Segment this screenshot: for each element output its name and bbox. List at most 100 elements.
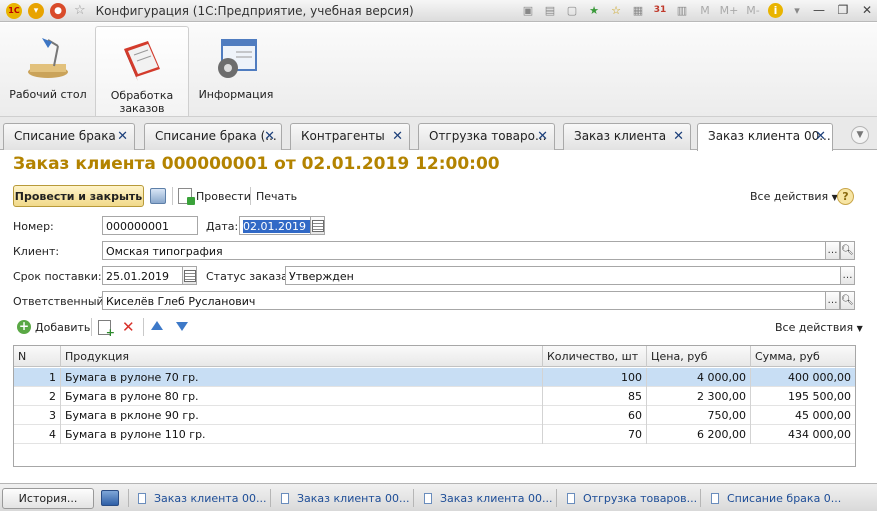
- open-window-item[interactable]: Заказ клиента 00...: [138, 492, 266, 505]
- tab-label: Заказ клиента 00...: [708, 129, 831, 143]
- info-icon[interactable]: i: [768, 2, 783, 18]
- close-tab-icon[interactable]: ✕: [537, 129, 548, 144]
- client-open-button[interactable]: 🔍︎: [840, 241, 855, 260]
- open-window-item[interactable]: Заказ клиента 00...: [424, 492, 552, 505]
- cell-sum: 195 500,00: [788, 390, 851, 403]
- column-header-sum[interactable]: Сумма, руб: [751, 346, 855, 367]
- table-all-actions-menu[interactable]: Все действия ▼: [775, 321, 863, 334]
- calculator-icon[interactable]: ▦: [630, 2, 646, 18]
- tab-shipment[interactable]: Отгрузка товаро... ✕: [418, 123, 555, 150]
- table-row[interactable]: 2 Бумага в рулоне 80 гр. 85 2 300,00 195…: [14, 387, 855, 406]
- move-down-icon[interactable]: [176, 322, 188, 331]
- responsible-open-button[interactable]: 🔍︎: [840, 291, 855, 310]
- close-tab-icon[interactable]: ✕: [673, 129, 684, 144]
- memory-button[interactable]: M: [696, 2, 714, 18]
- windows-list-icon[interactable]: [101, 490, 119, 506]
- title-toolbar: ▣ ▤ ▢ ★ ☆ ▦ 31 ▥ M M+ M- i ▾ — ❐ ✕: [514, 2, 877, 18]
- tab-client-order[interactable]: Заказ клиента ✕: [563, 123, 691, 150]
- tab-writeoff-2[interactable]: Списание брака (... ✕: [144, 123, 282, 150]
- status-field[interactable]: Утвержден: [285, 266, 841, 285]
- close-tab-icon[interactable]: ✕: [392, 129, 403, 144]
- separator: [700, 489, 701, 507]
- separator: [556, 489, 557, 507]
- info-dropdown-icon[interactable]: ▾: [789, 2, 805, 18]
- close-tab-icon[interactable]: ✕: [815, 129, 826, 144]
- copy-row-icon[interactable]: [98, 320, 115, 339]
- save-icon[interactable]: ▣: [520, 2, 536, 18]
- preview-icon[interactable]: ▢: [564, 2, 580, 18]
- favorites-icon[interactable]: ☆: [608, 2, 624, 18]
- products-table[interactable]: N Продукция Количество, шт Цена, руб Сум…: [13, 345, 856, 467]
- client-select-button[interactable]: …: [825, 241, 840, 260]
- tab-label: Списание брака (...: [155, 129, 277, 143]
- table-row[interactable]: 3 Бумага в рклоне 90 гр. 60 750,00 45 00…: [14, 406, 855, 425]
- add-row-icon[interactable]: +: [17, 320, 31, 334]
- post-and-close-label: Провести и закрыть: [14, 189, 143, 203]
- table-row[interactable]: 4 Бумага в рулоне 110 гр. 70 6 200,00 43…: [14, 425, 855, 444]
- column-header-n[interactable]: N: [14, 346, 61, 367]
- help-icon[interactable]: ?: [837, 188, 854, 205]
- minimize-icon[interactable]: —: [809, 2, 829, 18]
- open-window-item[interactable]: Заказ клиента 00...: [281, 492, 409, 505]
- responsible-select-button[interactable]: …: [825, 291, 840, 310]
- move-up-icon[interactable]: [151, 321, 163, 330]
- print-button[interactable]: Печать: [256, 190, 297, 203]
- magnifier-icon: 🔍︎: [841, 295, 854, 306]
- section-orders[interactable]: Обработка заказов: [95, 26, 189, 116]
- memory-minus-button[interactable]: M-: [744, 2, 762, 18]
- delete-row-icon[interactable]: ✕: [122, 318, 135, 336]
- column-header-qty[interactable]: Количество, шт: [543, 346, 647, 367]
- status-label: Статус заказа:: [206, 270, 292, 283]
- column-header-price[interactable]: Цена, руб: [647, 346, 751, 367]
- date-picker-button[interactable]: [310, 216, 325, 235]
- responsible-value: Киселёв Глеб Русланович: [106, 295, 256, 308]
- save-document-icon[interactable]: [150, 188, 166, 204]
- column-header-product[interactable]: Продукция: [61, 346, 543, 367]
- post-icon[interactable]: [178, 188, 195, 205]
- clipboard-icon[interactable]: ▥: [674, 2, 690, 18]
- open-window-label: Заказ клиента 00...: [154, 492, 267, 505]
- cell-price: 2 300,00: [647, 387, 751, 406]
- tab-client-order-active[interactable]: Заказ клиента 00... ✕: [697, 123, 833, 151]
- delivery-date-field[interactable]: 25.01.2019: [102, 266, 183, 285]
- add-row-button[interactable]: Добавить: [35, 321, 90, 334]
- close-tab-icon[interactable]: ✕: [264, 129, 275, 144]
- maximize-icon[interactable]: ❐: [833, 2, 853, 18]
- close-app-icon[interactable]: ●: [50, 2, 66, 19]
- main-menu-icon[interactable]: ▾: [28, 2, 44, 19]
- table-row[interactable]: 1 Бумага в рулоне 70 гр. 100 4 000,00 40…: [14, 368, 855, 387]
- calendar-icon[interactable]: 31: [652, 2, 668, 18]
- favorites-star-icon[interactable]: ☆: [74, 3, 86, 18]
- cell-n: 4: [14, 425, 61, 444]
- date-field[interactable]: 02.01.2019 1: [239, 216, 311, 235]
- tabs-dropdown-icon[interactable]: ▼: [851, 126, 869, 144]
- cell-qty: 100: [543, 368, 647, 387]
- tab-counterparties[interactable]: Контрагенты ✕: [290, 123, 410, 150]
- app-logo-icon[interactable]: 1С: [6, 2, 22, 19]
- desk-lamp-icon: [24, 34, 72, 82]
- tab-writeoff[interactable]: Списание брака ✕: [3, 123, 135, 150]
- add-favorite-icon[interactable]: ★: [586, 2, 602, 18]
- cell-n: 3: [14, 406, 61, 425]
- document-icon: [138, 493, 146, 504]
- post-and-close-button[interactable]: Провести и закрыть: [13, 185, 144, 207]
- all-actions-menu[interactable]: Все действия ▼: [750, 190, 838, 203]
- history-button[interactable]: История...: [2, 488, 94, 509]
- status-select-button[interactable]: …: [840, 266, 855, 285]
- client-label: Клиент:: [13, 245, 60, 258]
- section-info[interactable]: Информация: [196, 26, 276, 116]
- responsible-field[interactable]: Киселёв Глеб Русланович: [102, 291, 826, 310]
- post-button[interactable]: Провести: [196, 190, 251, 203]
- close-window-icon[interactable]: ✕: [857, 2, 877, 18]
- open-window-item[interactable]: Отгрузка товаров...: [567, 492, 697, 505]
- memory-plus-button[interactable]: M+: [720, 2, 739, 18]
- section-desktop[interactable]: Рабочий стол: [6, 26, 90, 116]
- client-field[interactable]: Омская типография: [102, 241, 826, 260]
- client-value: Омская типография: [106, 245, 223, 258]
- number-field[interactable]: 000000001: [102, 216, 198, 235]
- print-icon[interactable]: ▤: [542, 2, 558, 18]
- open-window-item[interactable]: Списание брака 0...: [711, 492, 841, 505]
- close-tab-icon[interactable]: ✕: [117, 129, 128, 144]
- delivery-date-picker-button[interactable]: [182, 266, 197, 285]
- cell-price: 4 000,00: [647, 368, 751, 387]
